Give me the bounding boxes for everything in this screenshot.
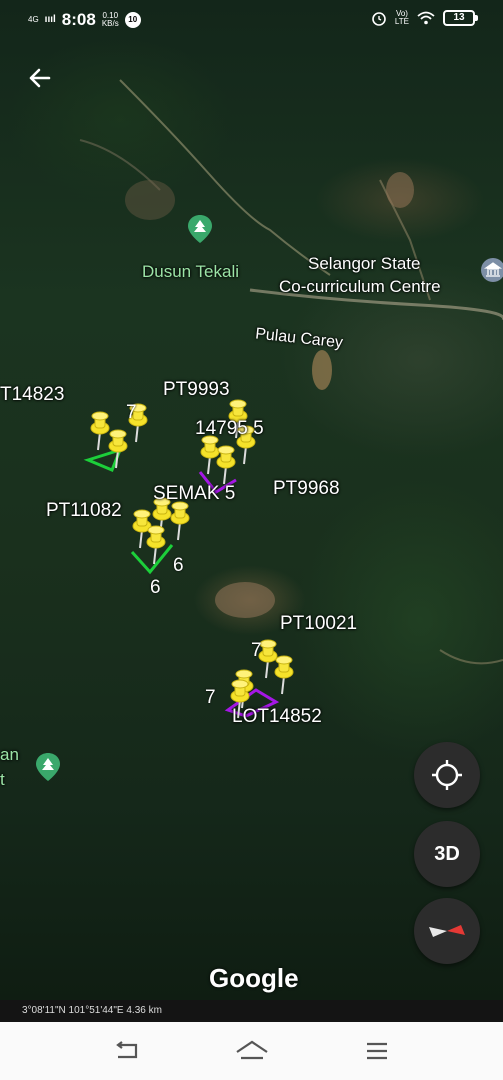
home-nav-icon[interactable] [232, 1036, 272, 1066]
compass-button[interactable] [414, 898, 480, 964]
parcel-label[interactable]: LOT14852 [232, 706, 322, 728]
3d-toggle-button[interactable]: 3D [414, 821, 480, 887]
google-logo: Google [209, 963, 299, 993]
parcel-label[interactable]: T14823 [0, 384, 64, 406]
parcel-count-label: 6 [150, 577, 161, 598]
parcel-count-label: 7 [126, 402, 137, 423]
parcel-count-label: 7 [251, 640, 262, 661]
parcel-label[interactable]: PT9968 [273, 478, 340, 500]
back-nav-icon[interactable] [108, 1036, 148, 1066]
system-nav-bar [0, 1022, 503, 1080]
compass-icon [429, 925, 465, 937]
parcel-label[interactable]: PT11082 [46, 500, 122, 522]
parcel-count-label: 7 [205, 687, 216, 708]
my-location-icon [432, 760, 462, 790]
coordinate-bar: 3°08'11"N 101°51'44"E 4.36 km [0, 1000, 503, 1022]
parcel-label[interactable]: PT9993 [163, 379, 230, 401]
parcel-label[interactable]: PT10021 [280, 613, 357, 635]
parcel-label[interactable]: 14795 5 [195, 418, 264, 440]
parcel-count-label: 6 [173, 555, 184, 576]
menu-nav-icon[interactable] [357, 1036, 397, 1066]
my-location-button[interactable] [414, 742, 480, 808]
pin-cluster-pt9993 [200, 399, 256, 485]
pin-cluster-pt14823 [90, 403, 148, 469]
parcel-label[interactable]: SEMAK 5 [153, 483, 235, 505]
coordinate-readout: 3°08'11"N 101°51'44"E 4.36 km [22, 1005, 162, 1016]
